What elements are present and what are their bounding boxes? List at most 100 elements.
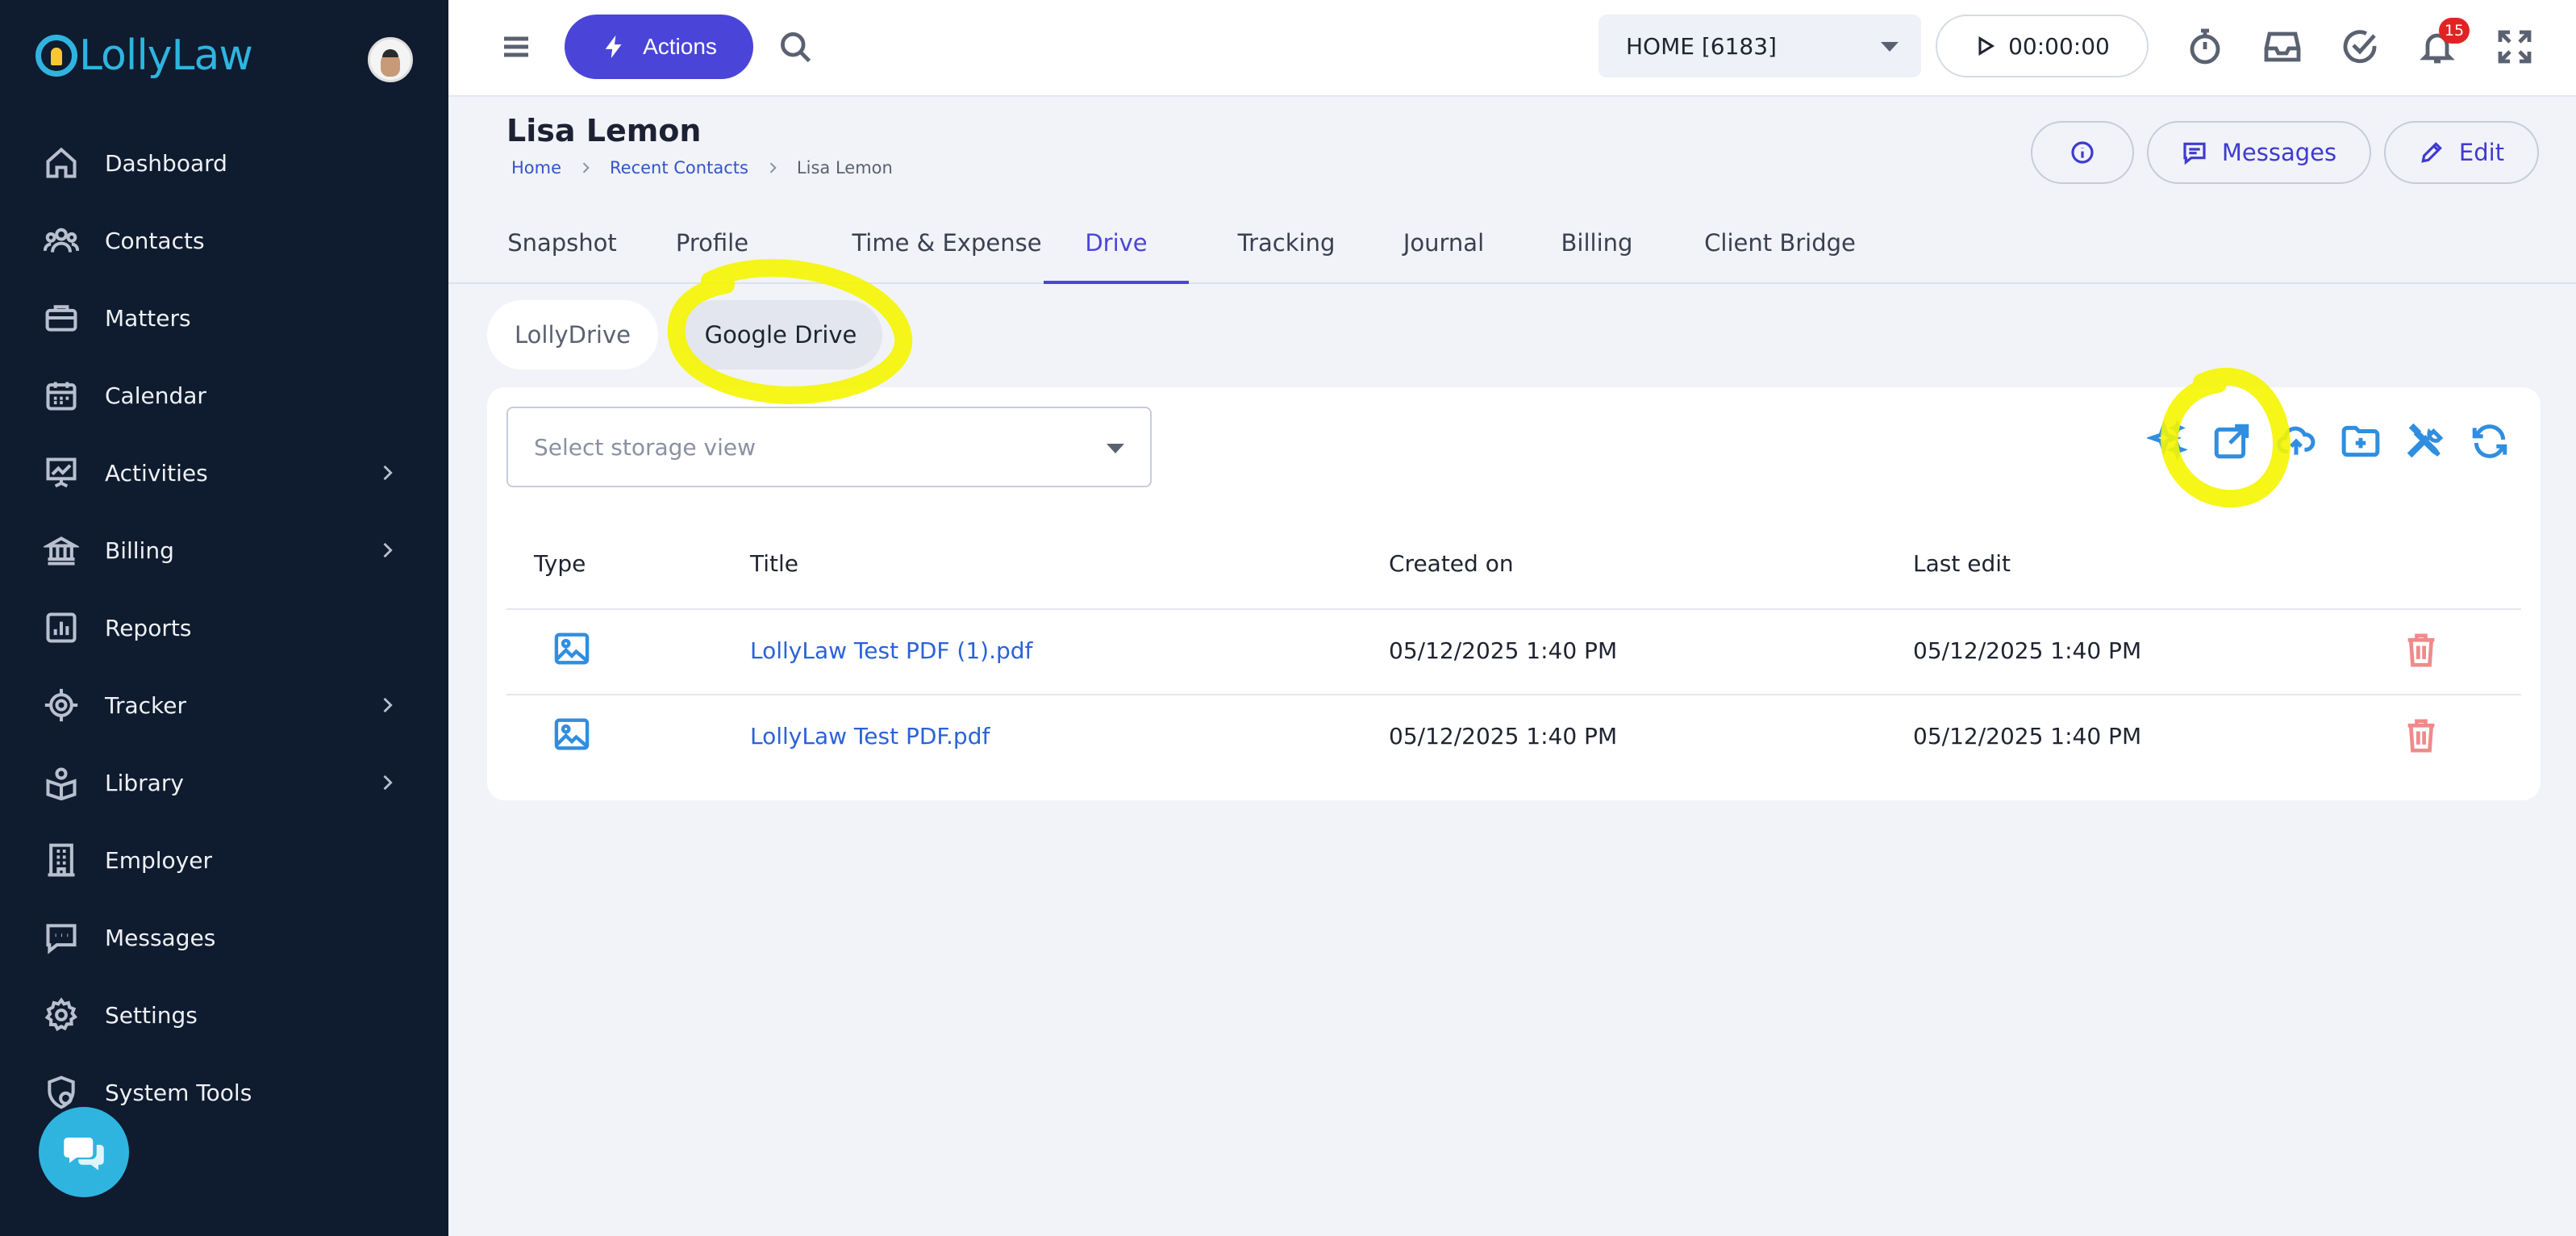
lollylaw-logo[interactable]: LollyLaw [35, 29, 253, 82]
calendar-icon [44, 378, 79, 413]
sidebar-item-dashboard[interactable]: Dashboard [0, 124, 448, 202]
sidebar-item-employer[interactable]: Employer [0, 821, 448, 899]
tab-tracking[interactable]: Tracking [1226, 229, 1347, 284]
sidebar-item-label: Messages [105, 924, 216, 951]
table-row[interactable]: LollyLaw Test PDF (1).pdf 05/12/2025 1:4… [506, 608, 2521, 694]
tab-drive[interactable]: Drive [1044, 229, 1189, 284]
sidebar-item-contacts[interactable]: Contacts [0, 202, 448, 279]
tab-billing[interactable]: Billing [1552, 229, 1642, 284]
tab-snapshot[interactable]: Snapshot [503, 229, 621, 284]
refresh-icon [2472, 424, 2507, 458]
chevron-right-icon [376, 461, 398, 484]
sidebar-item-tracker[interactable]: Tracker [0, 666, 448, 744]
expand-icon [2498, 30, 2532, 64]
subtab-lollydrive[interactable]: LollyDrive [487, 300, 658, 370]
drive-panel: Select storage view Type Title Created o… [487, 387, 2541, 800]
sidebar-item-messages[interactable]: Messages [0, 899, 448, 976]
menu-toggle-button[interactable] [500, 31, 532, 63]
tab-time-expense[interactable]: Time & Expense [832, 229, 1061, 284]
table-row[interactable]: LollyLaw Test PDF.pdf 05/12/2025 1:40 PM… [506, 694, 2521, 779]
user-avatar[interactable] [368, 37, 413, 82]
search-icon [781, 32, 811, 63]
home-icon [44, 145, 79, 181]
sidebar-item-reports[interactable]: Reports [0, 589, 448, 666]
column-created-on[interactable]: Created on [1389, 550, 1514, 577]
chevron-right-icon [376, 539, 398, 562]
bar-chart-icon [44, 610, 79, 645]
lightning-icon [605, 35, 622, 59]
file-last-edit: 05/12/2025 1:40 PM [1913, 637, 2142, 664]
sidebar-item-label: Billing [105, 537, 174, 564]
shield-gear-icon [44, 1075, 79, 1110]
sidebar-item-billing[interactable]: Billing [0, 512, 448, 589]
office-select[interactable]: HOME [6183] [1599, 15, 1921, 77]
fullscreen-button[interactable] [2495, 27, 2534, 66]
timer-value: 00:00:00 [2008, 32, 2110, 60]
sidebar-item-settings[interactable]: Settings [0, 976, 448, 1054]
sparkles-icon [2145, 419, 2189, 461]
breadcrumb-recent-contacts[interactable]: Recent Contacts [610, 158, 748, 177]
tab-journal[interactable]: Journal [1394, 229, 1494, 284]
live-chat-button[interactable] [39, 1107, 129, 1197]
inbox-button[interactable] [2263, 27, 2302, 66]
sidebar-item-label: System Tools [105, 1079, 252, 1106]
delete-file-button[interactable] [2405, 718, 2437, 754]
sidebar-item-label: Employer [105, 846, 212, 874]
ai-sparkle-button[interactable] [2145, 419, 2189, 461]
new-folder-button[interactable] [2340, 421, 2381, 461]
stopwatch-icon [2190, 28, 2220, 65]
sidebar-item-library[interactable]: Library [0, 744, 448, 821]
breadcrumb-home[interactable]: Home [511, 158, 561, 177]
presentation-chart-icon [44, 455, 79, 491]
inbox-icon [2264, 31, 2301, 62]
sidebar-item-label: Matters [105, 304, 191, 332]
book-reader-icon [44, 765, 79, 800]
sidebar-item-calendar[interactable]: Calendar [0, 357, 448, 434]
trash-icon [2407, 633, 2435, 667]
tab-profile[interactable]: Profile [674, 229, 750, 284]
delete-file-button[interactable] [2405, 633, 2437, 668]
column-last-edit[interactable]: Last edit [1913, 550, 2011, 577]
storage-view-placeholder: Select storage view [534, 433, 757, 461]
storage-view-select[interactable]: Select storage view [506, 407, 1152, 487]
caret-down-icon [1881, 42, 1899, 52]
open-external-button[interactable] [2211, 421, 2252, 461]
refresh-button[interactable] [2470, 421, 2510, 461]
file-title-link[interactable]: LollyLaw Test PDF.pdf [750, 723, 990, 750]
sidebar-item-activities[interactable]: Activities [0, 434, 448, 512]
brand-name: LollyLaw [79, 31, 253, 80]
notifications-button[interactable]: 15 [2418, 18, 2470, 66]
stopwatch-button[interactable] [2186, 27, 2224, 66]
target-icon [44, 687, 79, 723]
column-title[interactable]: Title [750, 550, 798, 577]
gear-icon [44, 997, 79, 1033]
hamburger-icon [504, 36, 528, 57]
search-button[interactable] [777, 29, 813, 65]
chevron-right-icon [376, 694, 398, 716]
messages-button[interactable]: Messages [2147, 121, 2371, 184]
tasks-button[interactable] [2340, 27, 2379, 66]
file-title-link[interactable]: LollyLaw Test PDF (1).pdf [750, 637, 1032, 664]
subtab-google-drive[interactable]: Google Drive [679, 300, 882, 370]
cloud-upload-icon [2277, 426, 2315, 455]
page-title: Lisa Lemon [506, 113, 702, 148]
check-circle-icon [2343, 30, 2377, 64]
edit-button[interactable]: Edit [2384, 121, 2539, 184]
image-file-icon [553, 633, 590, 665]
chat-bubble-icon [2183, 142, 2206, 165]
contact-tabs: Snapshot Profile Time & Expense Drive Tr… [448, 210, 2576, 284]
sidebar-item-label: Contacts [105, 227, 205, 254]
column-type[interactable]: Type [534, 550, 586, 577]
chevron-right-icon [376, 771, 398, 794]
office-select-value: HOME [6183] [1626, 32, 1777, 60]
tools-button[interactable] [2405, 421, 2445, 461]
info-button[interactable] [2031, 121, 2134, 184]
actions-button[interactable]: Actions [565, 15, 753, 79]
upload-cloud-button[interactable] [2276, 421, 2316, 461]
edit-label: Edit [2458, 139, 2505, 166]
timer-button[interactable]: 00:00:00 [1936, 15, 2149, 77]
tab-client-bridge[interactable]: Client Bridge [1703, 229, 1857, 284]
sidebar-item-matters[interactable]: Matters [0, 279, 448, 357]
notification-badge: 15 [2439, 18, 2470, 44]
image-file-icon [553, 718, 590, 750]
